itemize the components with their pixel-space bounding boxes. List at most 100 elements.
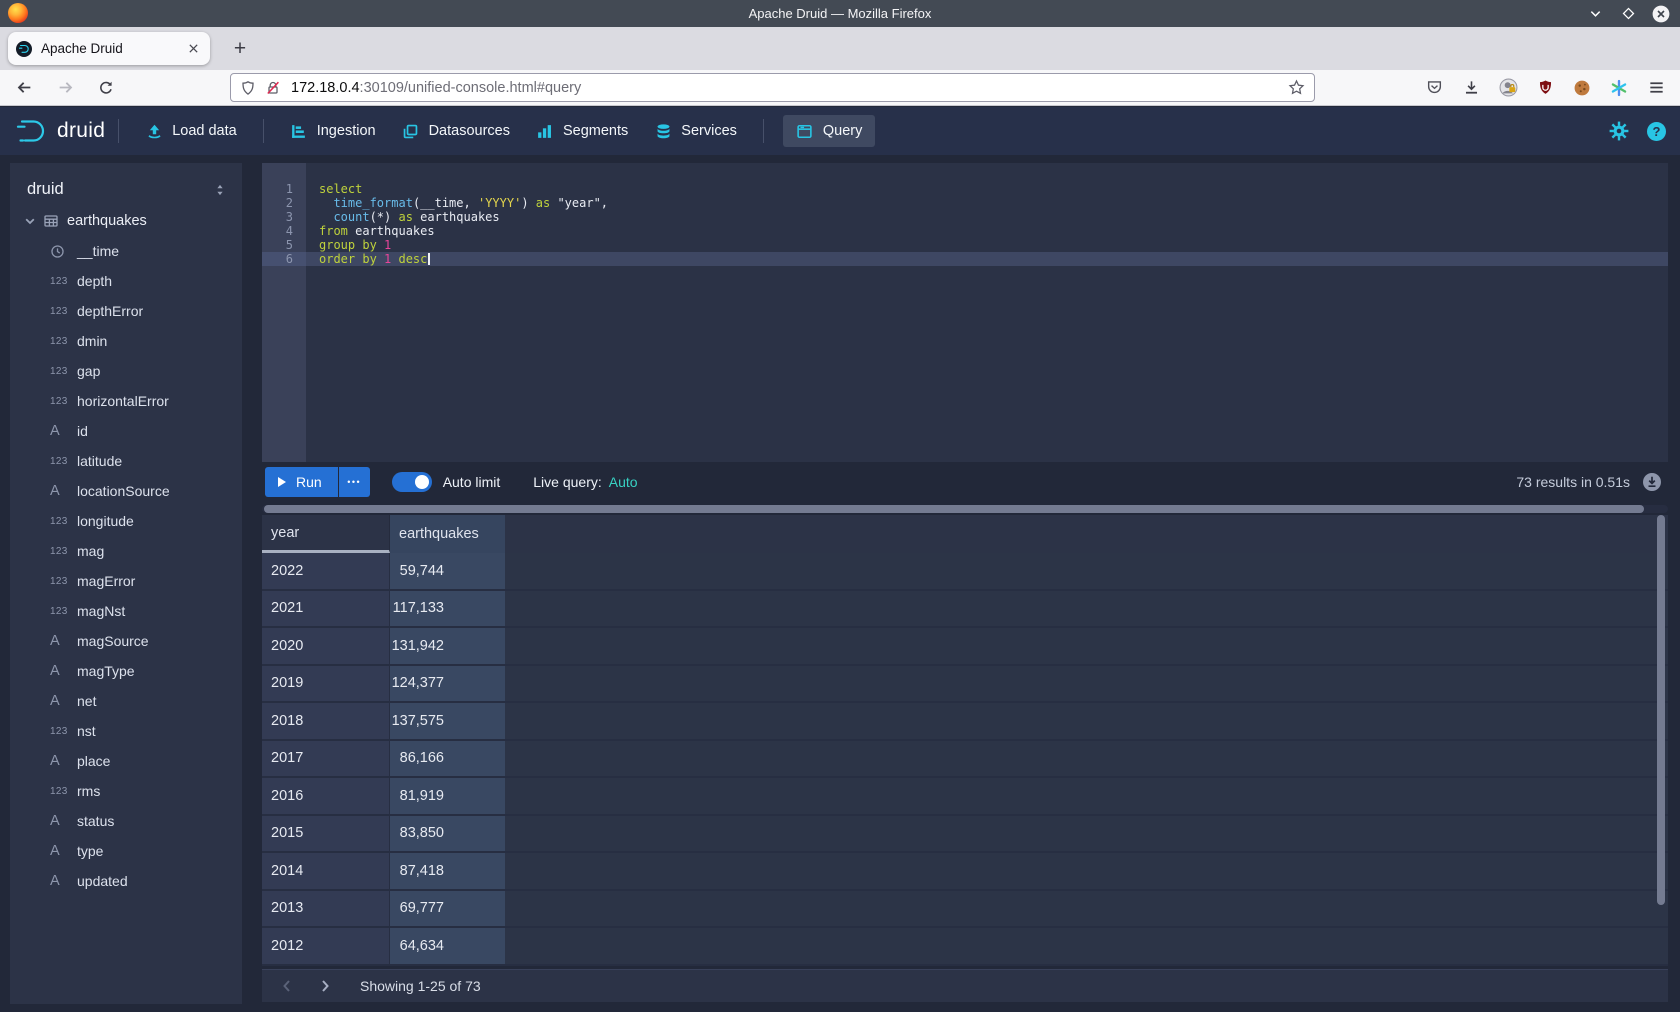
results-table: year earthquakes 202259,7442021117,13320… <box>262 515 1668 968</box>
sidebar-column-magSource[interactable]: AmagSource <box>10 626 242 656</box>
minimize-icon[interactable] <box>1586 5 1604 23</box>
cell-earthquakes[interactable]: 124,377 <box>390 666 505 702</box>
maximize-icon[interactable] <box>1619 5 1637 23</box>
sidebar-column-gap[interactable]: 123gap <box>10 356 242 386</box>
auto-limit-toggle[interactable] <box>392 472 432 492</box>
settings-gear-icon[interactable] <box>1609 121 1629 141</box>
live-query-mode-button[interactable]: Auto <box>609 474 638 490</box>
numeric-type-icon: 123 <box>50 456 77 467</box>
cell-earthquakes[interactable]: 86,166 <box>390 741 505 777</box>
pocket-icon[interactable] <box>1424 78 1444 98</box>
code-line-5[interactable]: 5group by 1 <box>262 238 1668 252</box>
cell-year[interactable]: 2021 <box>262 591 390 627</box>
cell-earthquakes[interactable]: 69,777 <box>390 891 505 927</box>
sidebar-column-status[interactable]: Astatus <box>10 806 242 836</box>
download-results-icon[interactable] <box>1642 472 1662 492</box>
cell-earthquakes[interactable]: 131,942 <box>390 628 505 664</box>
sidebar-column-horizontalError[interactable]: 123horizontalError <box>10 386 242 416</box>
cell-earthquakes[interactable]: 87,418 <box>390 853 505 889</box>
cookie-icon[interactable] <box>1572 78 1592 98</box>
nav-item-services[interactable]: Services <box>654 122 737 140</box>
nav-item-segments[interactable]: Segments <box>536 122 628 140</box>
prev-page-icon[interactable] <box>279 978 295 994</box>
sidebar-column-mag[interactable]: 123mag <box>10 536 242 566</box>
numeric-type-icon: 123 <box>50 546 77 557</box>
url-host: 172.18.0.4 <box>291 80 360 96</box>
insecure-lock-icon[interactable] <box>265 80 281 96</box>
forward-icon[interactable] <box>51 74 79 102</box>
sidebar-table-earthquakes[interactable]: earthquakes <box>10 206 242 236</box>
run-more-button[interactable]: ••• <box>339 467 370 497</box>
run-button[interactable]: Run <box>265 467 338 497</box>
sidebar-column-type[interactable]: Atype <box>10 836 242 866</box>
sidebar-column-magError[interactable]: 123magError <box>10 566 242 596</box>
code-line-4[interactable]: 4from earthquakes <box>262 224 1668 238</box>
column-header-year[interactable]: year <box>262 515 390 553</box>
sidebar-column-latitude[interactable]: 123latitude <box>10 446 242 476</box>
cell-year[interactable]: 2016 <box>262 778 390 814</box>
account-extension-icon[interactable] <box>1498 78 1518 98</box>
sidebar-column-locationSource[interactable]: AlocationSource <box>10 476 242 506</box>
cell-earthquakes[interactable]: 59,744 <box>390 553 505 589</box>
nav-item-ingestion[interactable]: Ingestion <box>290 122 376 140</box>
tracking-shield-icon[interactable] <box>240 80 256 96</box>
browser-tab[interactable]: Apache Druid <box>8 32 210 65</box>
cell-year[interactable]: 2013 <box>262 891 390 927</box>
sidebar-column-place[interactable]: Aplace <box>10 746 242 776</box>
vertical-scrollbar[interactable] <box>1657 515 1665 905</box>
sidebar-column-depth[interactable]: 123depth <box>10 266 242 296</box>
column-header-earthquakes[interactable]: earthquakes <box>390 515 505 553</box>
cell-year[interactable]: 2012 <box>262 928 390 964</box>
back-icon[interactable] <box>10 74 38 102</box>
nav-item-load-data[interactable]: Load data <box>145 122 237 140</box>
cell-year[interactable]: 2020 <box>262 628 390 664</box>
cell-earthquakes[interactable]: 117,133 <box>390 591 505 627</box>
cell-earthquakes[interactable]: 81,919 <box>390 778 505 814</box>
cell-year[interactable]: 2014 <box>262 853 390 889</box>
druid-brand[interactable]: druid <box>57 119 105 143</box>
code-line-3[interactable]: 3 count(*) as earthquakes <box>262 210 1668 224</box>
cell-year[interactable]: 2019 <box>262 666 390 702</box>
cell-year[interactable]: 2018 <box>262 703 390 739</box>
cell-year[interactable]: 2015 <box>262 816 390 852</box>
code-line-1[interactable]: 1select <box>262 182 1668 196</box>
bookmark-star-icon[interactable] <box>1288 79 1305 96</box>
close-window-icon[interactable] <box>1652 5 1670 23</box>
code-line-6[interactable]: 6order by 1 desc <box>262 252 1668 266</box>
next-page-icon[interactable] <box>317 978 333 994</box>
sidebar-column-longitude[interactable]: 123longitude <box>10 506 242 536</box>
sidebar-column-id[interactable]: Aid <box>10 416 242 446</box>
sql-editor[interactable]: 1select2 time_format(__time, 'YYYY') as … <box>262 163 1668 462</box>
help-icon[interactable]: ? <box>1647 122 1666 141</box>
cell-year[interactable]: 2022 <box>262 553 390 589</box>
url-input[interactable]: 172.18.0.4 :30109/unified-console.html#q… <box>230 73 1315 102</box>
horizontal-scrollbar[interactable] <box>262 505 1668 513</box>
druid-logo-icon[interactable] <box>14 118 50 144</box>
cell-earthquakes[interactable]: 64,634 <box>390 928 505 964</box>
code-line-2[interactable]: 2 time_format(__time, 'YYYY') as "year", <box>262 196 1668 210</box>
sidebar-column-rms[interactable]: 123rms <box>10 776 242 806</box>
sidebar-column-updated[interactable]: Aupdated <box>10 866 242 896</box>
schema-name[interactable]: druid <box>27 180 213 199</box>
nav-item-datasources[interactable]: Datasources <box>402 122 510 140</box>
sidebar-column-depthError[interactable]: 123depthError <box>10 296 242 326</box>
sidebar-column-dmin[interactable]: 123dmin <box>10 326 242 356</box>
reload-icon[interactable] <box>92 74 120 102</box>
sidebar-column-nst[interactable]: 123nst <box>10 716 242 746</box>
ublock-icon[interactable] <box>1535 78 1555 98</box>
nav-item-query[interactable]: Query <box>783 115 876 147</box>
downloads-icon[interactable] <box>1461 78 1481 98</box>
menu-hamburger-icon[interactable] <box>1646 78 1666 98</box>
sidebar-column-magType[interactable]: AmagType <box>10 656 242 686</box>
pinwheel-extension-icon[interactable] <box>1609 78 1629 98</box>
cell-earthquakes[interactable]: 137,575 <box>390 703 505 739</box>
sidebar-column-__time[interactable]: __time <box>10 236 242 266</box>
double-caret-icon[interactable] <box>213 183 227 197</box>
cell-earthquakes[interactable]: 83,850 <box>390 816 505 852</box>
cell-year[interactable]: 2017 <box>262 741 390 777</box>
chevron-down-icon[interactable] <box>22 213 38 229</box>
new-tab-button[interactable]: + <box>226 35 254 63</box>
sidebar-column-magNst[interactable]: 123magNst <box>10 596 242 626</box>
tab-close-icon[interactable] <box>184 40 202 58</box>
sidebar-column-net[interactable]: Anet <box>10 686 242 716</box>
